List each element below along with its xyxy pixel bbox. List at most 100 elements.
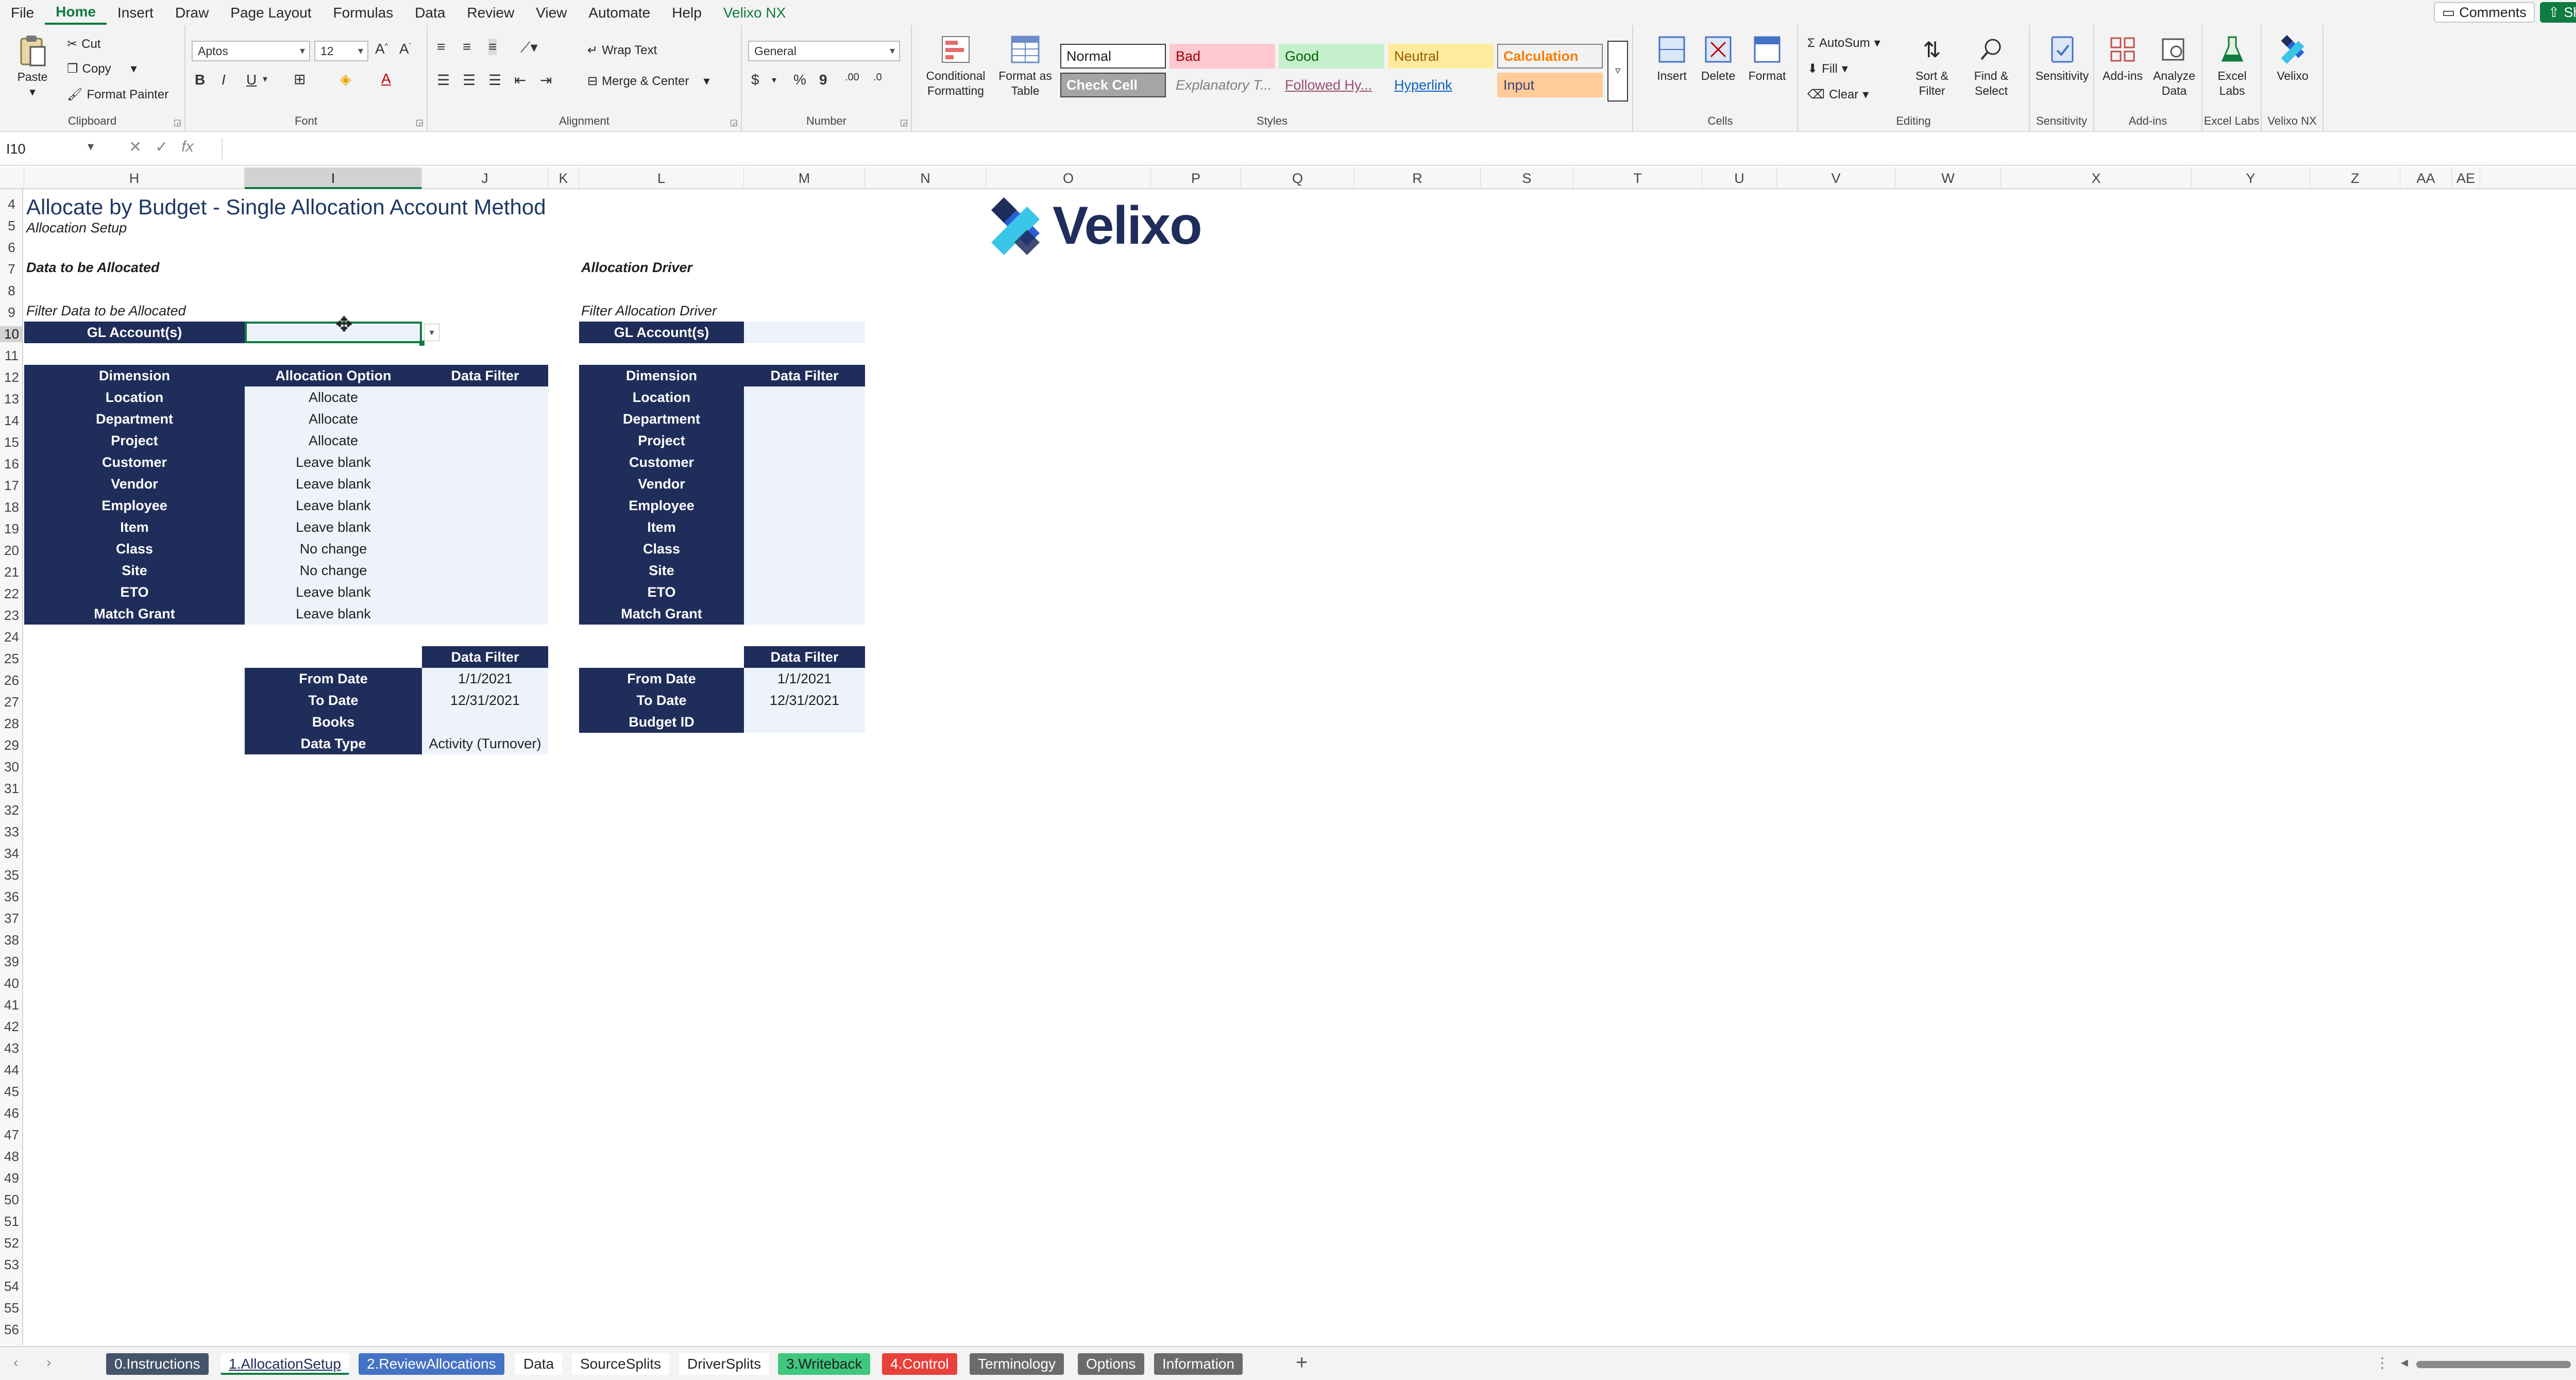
decrease-font-icon[interactable]: Aˇ [399,41,411,57]
allocation-option-cell[interactable]: Leave blank [245,581,422,603]
row-header[interactable]: 43 [0,1040,23,1056]
right-from-date-value[interactable]: 1/1/2021 [744,668,865,689]
styles-more-button[interactable]: ▿ [1607,41,1628,102]
column-header-ae[interactable]: AE [2452,167,2480,189]
row-header[interactable]: 34 [0,846,23,862]
font-color-icon[interactable]: A [381,71,391,87]
confirm-icon[interactable]: ✓ [155,138,168,156]
tab-allocation-setup[interactable]: 1.AllocationSetup [221,1353,349,1375]
fill-color-icon[interactable]: ◈ [340,71,351,88]
data-filter-cell[interactable] [422,603,548,625]
left-data-type-value[interactable]: Activity (Turnover) [422,733,548,754]
find-select-button[interactable]: Find & Select [1960,33,2022,98]
tab-control[interactable]: 4.Control [882,1353,957,1375]
right-gl-account-input[interactable] [744,322,865,343]
row-header[interactable]: 7 [0,261,23,277]
row-header[interactable]: 42 [0,1019,23,1035]
decrease-decimal-icon[interactable]: .0 [873,72,882,83]
row-header[interactable]: 30 [0,759,23,775]
row-header[interactable]: 49 [0,1170,23,1186]
cut-button[interactable]: ✂ Cut [67,37,100,52]
chevron-down-icon[interactable]: ▾ [88,139,94,154]
row-header[interactable]: 47 [0,1127,23,1143]
data-filter-cell[interactable] [422,538,548,560]
align-bottom-icon[interactable]: ≡ [488,39,497,55]
column-header-z[interactable]: Z [2310,167,2400,189]
conditional-formatting-button[interactable]: Conditional Formatting [917,33,994,98]
data-filter-cell[interactable] [422,408,548,430]
allocation-option-cell[interactable]: Leave blank [245,603,422,625]
tab-writeback[interactable]: 3.Writeback [778,1353,871,1375]
row-header[interactable]: 39 [0,954,23,970]
column-header-x[interactable]: X [2001,167,2192,189]
row-header[interactable]: 17 [0,478,23,494]
menu-formulas[interactable]: Formulas [323,0,404,25]
sort-filter-button[interactable]: ⇅ Sort & Filter [1904,33,1960,98]
right-data-filter-cell[interactable] [744,408,865,430]
font-size-select[interactable]: 12 [314,41,368,61]
row-header[interactable]: 46 [0,1105,23,1121]
right-data-filter-cell[interactable] [744,603,865,625]
column-header-v[interactable]: V [1777,167,1895,189]
menu-data[interactable]: Data [404,0,456,25]
delete-cells-button[interactable]: Delete [1695,33,1741,83]
row-header[interactable]: 20 [0,543,23,559]
chevron-right-icon[interactable]: › [46,1354,51,1371]
style-normal[interactable]: Normal [1060,44,1166,69]
left-from-date-value[interactable]: 1/1/2021 [422,668,548,689]
more-options-icon[interactable]: ⋮ [2375,1354,2389,1371]
menu-page-layout[interactable]: Page Layout [219,0,322,25]
copy-button[interactable]: ❐ Copy ▾ [67,61,137,76]
clipboard-launcher-icon[interactable]: ◲ [174,117,181,128]
row-header[interactable]: 22 [0,586,23,602]
autosum-button[interactable]: Σ AutoSum ▾ [1807,36,1880,51]
allocation-option-cell[interactable]: Allocate [245,408,422,430]
column-header-i[interactable]: I [245,167,422,189]
row-header[interactable]: 6 [0,240,23,256]
fill-handle[interactable] [419,341,425,346]
menu-review[interactable]: Review [456,0,525,25]
addins-button[interactable]: Add-ins [2097,33,2148,83]
row-header[interactable]: 8 [0,283,23,299]
column-header-n[interactable]: N [865,167,986,189]
style-bad[interactable]: Bad [1170,44,1275,69]
style-followed-hyperlink[interactable]: Followed Hy... [1279,73,1384,97]
cancel-icon[interactable]: ✕ [129,138,142,156]
sheet-grid[interactable]: Allocate by Budget - Single Allocation A… [24,189,2576,1345]
row-header[interactable]: 45 [0,1084,23,1100]
format-cells-button[interactable]: Format [1741,33,1793,83]
menu-home[interactable]: Home [45,1,107,25]
menu-insert[interactable]: Insert [107,0,164,25]
tab-source-splits[interactable]: SourceSplits [572,1353,670,1375]
column-header-j[interactable]: J [422,167,548,189]
allocation-option-cell[interactable]: No change [245,538,422,560]
right-data-filter-cell[interactable] [744,538,865,560]
right-data-filter-cell[interactable] [744,495,865,516]
row-header[interactable]: 28 [0,716,23,732]
italic-button[interactable]: I [222,72,226,88]
align-left-icon[interactable]: ☰ [437,72,450,89]
style-hyperlink[interactable]: Hyperlink [1388,73,1494,97]
row-header[interactable]: 56 [0,1322,23,1338]
row-header[interactable]: 13 [0,391,23,407]
align-middle-icon[interactable]: ≡ [463,39,471,55]
column-header-y[interactable]: Y [2192,167,2310,189]
percent-button[interactable]: % [793,72,806,88]
formula-input[interactable] [222,138,2576,160]
row-header[interactable]: 52 [0,1235,23,1251]
column-header-o[interactable]: O [986,167,1151,189]
row-header[interactable]: 35 [0,867,23,883]
velixo-button[interactable]: Velixo [2264,33,2321,83]
data-filter-cell[interactable] [422,495,548,516]
right-data-filter-cell[interactable] [744,581,865,603]
right-data-filter-cell[interactable] [744,560,865,581]
increase-font-icon[interactable]: A^ [375,41,388,57]
column-header-w[interactable]: W [1895,167,2001,189]
format-painter-button[interactable]: 🖌 Format Painter [67,87,168,102]
excel-labs-button[interactable]: Excel Labs [2205,33,2259,98]
tab-options[interactable]: Options [1078,1353,1144,1375]
row-header[interactable]: 37 [0,911,23,927]
align-right-icon[interactable]: ☰ [488,72,501,89]
row-header[interactable]: 36 [0,889,23,905]
currency-button[interactable]: $ [751,72,759,88]
